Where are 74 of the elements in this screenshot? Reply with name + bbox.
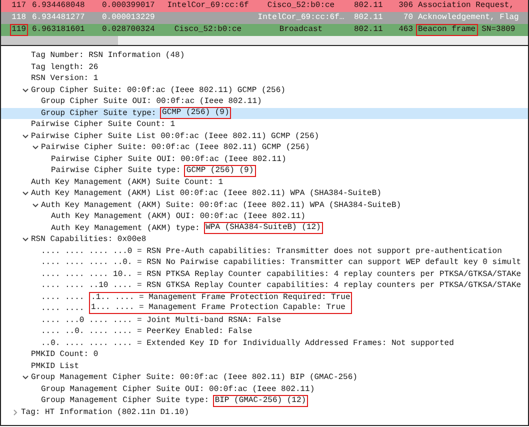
packet-protocol: 802.11 — [353, 1, 384, 11]
packet-delta: 0.000399017 — [101, 1, 156, 11]
scrollbar-thumb[interactable] — [1, 36, 118, 45]
packet-protocol: 802.11 — [353, 13, 384, 23]
field-label: Group Management Cipher Suite OUI: 00:0f:ac (Ieee 802.11) — [41, 384, 315, 394]
chevron-down-icon[interactable] — [22, 86, 29, 94]
field-label: PMKID List — [31, 362, 80, 371]
field-label: .... .... .... ...0 = RSN Pre-Auth capabilities: Transmitter does not support pre-authentication — [41, 246, 502, 256]
field-label: Auth Key Management (AKM) List 00:0f:ac (Ieee 802.11) WPA (SHA384-SuiteB) — [31, 189, 382, 198]
chevron-down-icon[interactable] — [32, 202, 39, 209]
field-label: .... ..0. .... .... = PeerKey Enabled: False — [41, 327, 252, 336]
packet-length: 306 — [398, 1, 414, 11]
field-label: Group Cipher Suite type: — [41, 108, 158, 118]
packet-info: Acknowledgement, Flag — [417, 13, 520, 23]
packet-time: 6.934468048 — [31, 1, 86, 11]
field-label: Tag: HT Information (802.11n D1.10) — [21, 408, 190, 417]
field-label: Tag Number: RSN Information (48) — [31, 51, 185, 60]
field-label: .... .... ..10 .... = RSN GTKSA Replay Counter capabilities: 4 replay counters per PTKSA/GTKSA/STAKe — [41, 281, 522, 290]
field-label: Auth Key Management (AKM) Suite: 00:0f:ac (Ieee 802.11) WPA (SHA384-SuiteB) — [41, 200, 402, 210]
field-label: .... .... .... ..0. = RSN No Pairwise capabilities: Transmitter can support WEP default key 0 simult — [41, 258, 522, 268]
field-label: Group Cipher Suite: 00:0f:ac (Ieee 802.11) GCMP (256) — [31, 86, 286, 95]
packet-number: 117 — [10, 1, 27, 11]
field-value: .1.. .... = Management Frame Protection Required: True — [89, 292, 352, 303]
field-label: .... .... .... 10.. = RSN PTKSA Replay Counter capabilities: 4 replay counters per PTKSA/GTKSA/STAKe — [41, 270, 522, 279]
chevron-down-icon[interactable] — [22, 132, 29, 140]
field-label: Group Cipher Suite OUI: 00:0f:ac (Ieee 802.11) — [41, 97, 262, 106]
chevron-down-icon[interactable] — [22, 190, 29, 198]
packet-time: 6.934481277 — [31, 13, 86, 23]
field-label: Auth Key Management (AKM) type: — [51, 224, 201, 233]
chevron-down-icon[interactable] — [22, 374, 29, 382]
packet-row[interactable]: 117 6.934468048 0.000399017 IntelCor_69:cc:6f Cisco_52:b0:ce 802.11 306 Association Request, — [1, 0, 528, 12]
field-value: 1... .... = Management Frame Protection Capable: True — [89, 303, 352, 314]
field-label: Pairwise Cipher Suite: 00:0f:ac (Ieee 802.11) GCMP (256) — [41, 143, 310, 152]
packet-source: IntelCor_69:cc:6f — [166, 1, 250, 11]
field-label: .... .... — [41, 292, 86, 302]
field-value: GCMP (256) (9) — [185, 166, 255, 176]
field-value: BIP (GMAC-256) (12) — [214, 396, 308, 406]
chevron-down-icon[interactable] — [32, 144, 39, 152]
field-label: Pairwise Cipher Suite List 00:0f:ac (Ieee 802.11) GCMP (256) — [31, 132, 320, 141]
field-label: RSN Version: 1 — [31, 74, 98, 84]
field-label: Pairwise Cipher Suite type: — [51, 166, 182, 176]
packet-info: SN=3809 — [480, 25, 516, 35]
packet-info: Association Request, — [417, 1, 516, 11]
field-value: WPA (SHA384-SuiteB) (12) — [204, 223, 322, 234]
field-value: GCMP (256) (9) — [161, 108, 230, 118]
packet-protocol: 802.11 — [353, 25, 384, 35]
packet-time: 6.963181601 — [31, 25, 86, 35]
packet-delta: 0.000013229 — [101, 13, 156, 23]
packet-number: 118 — [10, 13, 27, 23]
packet-row[interactable]: 119 6.963181601 0.028700324 Cisco_52:b0:ce Broadcast 802.11 463 Beacon frame SN=3809 — [1, 24, 528, 36]
field-label: Group Management Cipher Suite: 00:0f:ac (Ieee 802.11) BIP (GMAC-256) — [31, 373, 358, 382]
packet-number: 119 — [10, 25, 27, 35]
scrollbar[interactable] — [0, 36, 529, 45]
packet-destination: Broadcast — [278, 25, 324, 35]
field-label: .... ...0 .... .... = Joint Multi-band RSNA: False — [41, 316, 282, 325]
field-label: Group Management Cipher Suite type: — [41, 396, 210, 406]
field-label: PMKID Count: 0 — [31, 350, 98, 360]
field-label: Pairwise Cipher Suite Count: 1 — [31, 120, 176, 130]
field-label: ..0. .... .... .... = Extended Key ID for Individually Addressed Frames: Not supported — [41, 338, 454, 348]
packet-source: Cisco_52:b0:ce — [173, 25, 243, 35]
packet-length: 463 — [398, 25, 414, 35]
chevron-right-icon[interactable] — [12, 408, 19, 416]
packet-delta: 0.028700324 — [101, 25, 156, 35]
chevron-down-icon[interactable] — [22, 236, 29, 244]
field-label: Auth Key Management (AKM) OUI: 00:0f:ac (Ieee 802.11) — [51, 212, 306, 222]
field-label: Pairwise Cipher Suite OUI: 00:0f:ac (Ieee 802.11) — [51, 154, 286, 164]
field-label: .... .... — [41, 304, 86, 314]
packet-destination: IntelCor_69:cc:6f… — [256, 13, 346, 23]
field-label: RSN Capabilities: 0x00e8 — [31, 235, 146, 244]
packet-destination: Cisco_52:b0:ce — [266, 1, 336, 11]
field-label: Tag length: 26 — [31, 62, 98, 72]
field-label: Auth Key Management (AKM) Suite Count: 1 — [31, 178, 224, 187]
packet-length: 70 — [402, 13, 414, 23]
packet-info: Beacon frame — [417, 25, 477, 35]
